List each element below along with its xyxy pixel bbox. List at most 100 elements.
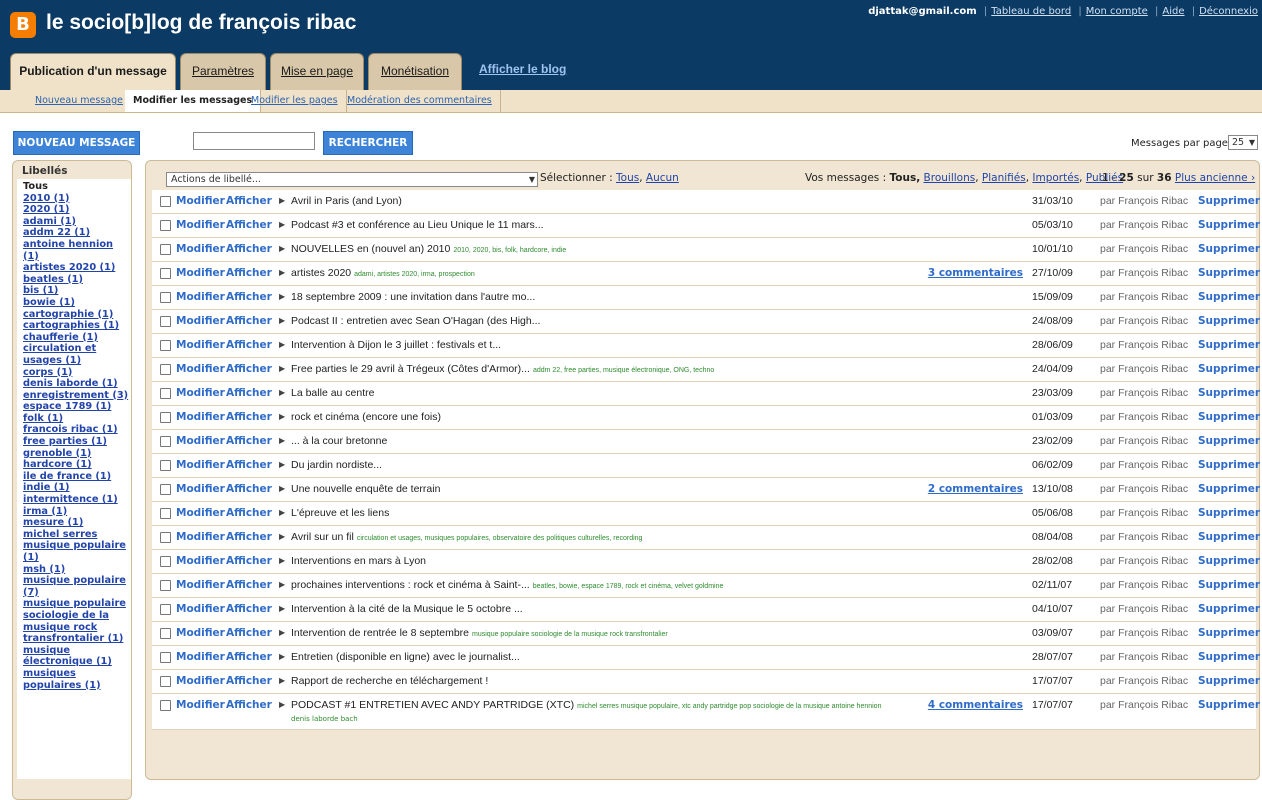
view-post-link[interactable]: Afficher: [226, 363, 272, 375]
label-link[interactable]: ile de france (1): [23, 471, 131, 483]
tab-layout[interactable]: Mise en page: [270, 53, 364, 90]
view-post-link[interactable]: Afficher: [226, 339, 272, 351]
post-checkbox[interactable]: [160, 220, 171, 231]
view-post-link[interactable]: Afficher: [226, 483, 272, 495]
view-post-link[interactable]: Afficher: [226, 579, 272, 591]
label-link[interactable]: musique électronique (1): [23, 645, 131, 668]
select-all-link[interactable]: Tous: [616, 172, 639, 184]
delete-post-link[interactable]: Supprimer: [1198, 555, 1260, 567]
edit-post-link[interactable]: Modifier: [176, 291, 225, 303]
label-link[interactable]: msh (1): [23, 564, 131, 576]
expand-arrow-icon[interactable]: ▶: [279, 508, 285, 517]
label-link[interactable]: folk (1): [23, 413, 131, 425]
expand-arrow-icon[interactable]: ▶: [279, 196, 285, 205]
delete-post-link[interactable]: Supprimer: [1198, 219, 1260, 231]
label-link[interactable]: chaufferie (1): [23, 332, 131, 344]
expand-arrow-icon[interactable]: ▶: [279, 652, 285, 661]
comments-link[interactable]: 4 commentaires: [928, 699, 1023, 711]
view-post-link[interactable]: Afficher: [226, 675, 272, 687]
post-labels[interactable]: addm 22, free parties, musique électroni…: [533, 367, 714, 374]
post-checkbox[interactable]: [160, 484, 171, 495]
label-link[interactable]: 2020 (1): [23, 204, 131, 216]
label-link[interactable]: musique populaire sociologie de la musiq…: [23, 598, 131, 644]
expand-arrow-icon[interactable]: ▶: [279, 628, 285, 637]
edit-post-link[interactable]: Modifier: [176, 363, 225, 375]
view-post-link[interactable]: Afficher: [226, 411, 272, 423]
post-checkbox[interactable]: [160, 460, 171, 471]
label-link[interactable]: bowie (1): [23, 297, 131, 309]
filter-scheduled-link[interactable]: Planifiés: [982, 172, 1026, 184]
blogger-logo-icon[interactable]: B: [10, 12, 36, 38]
help-link[interactable]: Aide: [1162, 6, 1184, 17]
post-checkbox[interactable]: [160, 652, 171, 663]
delete-post-link[interactable]: Supprimer: [1198, 387, 1260, 399]
view-post-link[interactable]: Afficher: [226, 603, 272, 615]
post-labels[interactable]: adami, artistes 2020, irma, prospection: [354, 271, 475, 278]
edit-post-link[interactable]: Modifier: [176, 315, 225, 327]
post-labels-cont[interactable]: denis laborde bach: [291, 715, 358, 723]
expand-arrow-icon[interactable]: ▶: [279, 460, 285, 469]
post-labels[interactable]: musique populaire sociologie de la musiq…: [472, 631, 668, 638]
view-post-link[interactable]: Afficher: [226, 651, 272, 663]
post-checkbox[interactable]: [160, 676, 171, 687]
edit-post-link[interactable]: Modifier: [176, 411, 225, 423]
label-link[interactable]: antoine hennion (1): [23, 239, 131, 262]
label-link[interactable]: 2010 (1): [23, 193, 131, 205]
post-labels[interactable]: beatles, bowie, espace 1789, rock et cin…: [533, 583, 724, 590]
view-post-link[interactable]: Afficher: [226, 507, 272, 519]
edit-post-link[interactable]: Modifier: [176, 435, 225, 447]
post-checkbox[interactable]: [160, 340, 171, 351]
label-actions-select[interactable]: Actions de libellé... ▼: [166, 172, 538, 187]
delete-post-link[interactable]: Supprimer: [1198, 267, 1260, 279]
label-link[interactable]: cartographies (1): [23, 320, 131, 332]
edit-post-link[interactable]: Modifier: [176, 603, 225, 615]
edit-post-link[interactable]: Modifier: [176, 651, 225, 663]
edit-post-link[interactable]: Modifier: [176, 579, 225, 591]
delete-post-link[interactable]: Supprimer: [1198, 675, 1260, 687]
comments-link[interactable]: 3 commentaires: [928, 267, 1023, 279]
label-link[interactable]: espace 1789 (1): [23, 401, 131, 413]
tab-posting[interactable]: Publication d'un message: [10, 53, 176, 91]
edit-post-link[interactable]: Modifier: [176, 675, 225, 687]
post-checkbox[interactable]: [160, 628, 171, 639]
label-link[interactable]: indie (1): [23, 482, 131, 494]
delete-post-link[interactable]: Supprimer: [1198, 459, 1260, 471]
post-checkbox[interactable]: [160, 556, 171, 567]
post-checkbox[interactable]: [160, 604, 171, 615]
tab-monetize[interactable]: Monétisation: [368, 53, 462, 90]
post-checkbox[interactable]: [160, 412, 171, 423]
edit-post-link[interactable]: Modifier: [176, 195, 225, 207]
expand-arrow-icon[interactable]: ▶: [279, 580, 285, 589]
label-link[interactable]: musiques populaires (1): [23, 668, 131, 691]
label-link[interactable]: enregistrement (3): [23, 390, 131, 402]
view-post-link[interactable]: Afficher: [226, 387, 272, 399]
view-post-link[interactable]: Afficher: [226, 555, 272, 567]
expand-arrow-icon[interactable]: ▶: [279, 244, 285, 253]
label-link[interactable]: francois ribac (1): [23, 424, 131, 436]
post-labels[interactable]: 2010, 2020, bis, folk, hardcore, indie: [453, 247, 566, 254]
edit-post-link[interactable]: Modifier: [176, 555, 225, 567]
search-button[interactable]: RECHERCHER: [323, 131, 413, 155]
delete-post-link[interactable]: Supprimer: [1198, 603, 1260, 615]
per-page-select[interactable]: 25 ▼: [1228, 135, 1258, 150]
post-checkbox[interactable]: [160, 580, 171, 591]
post-checkbox[interactable]: [160, 244, 171, 255]
edit-post-link[interactable]: Modifier: [176, 387, 225, 399]
search-input[interactable]: [193, 132, 315, 150]
label-link[interactable]: adami (1): [23, 216, 131, 228]
label-link[interactable]: hardcore (1): [23, 459, 131, 471]
post-labels[interactable]: michel serres musique populaire, xtc and…: [577, 703, 881, 710]
post-checkbox[interactable]: [160, 196, 171, 207]
comments-link[interactable]: 2 commentaires: [928, 483, 1023, 495]
label-link[interactable]: cartographie (1): [23, 309, 131, 321]
label-link[interactable]: mesure (1): [23, 517, 131, 529]
label-link[interactable]: michel serres musique populaire (1): [23, 529, 131, 564]
label-link[interactable]: bis (1): [23, 285, 131, 297]
post-checkbox[interactable]: [160, 508, 171, 519]
view-post-link[interactable]: Afficher: [226, 699, 272, 711]
filter-imported-link[interactable]: Importés: [1032, 172, 1079, 184]
post-checkbox[interactable]: [160, 532, 171, 543]
label-link[interactable]: corps (1): [23, 367, 131, 379]
label-link[interactable]: addm 22 (1): [23, 227, 131, 239]
post-checkbox[interactable]: [160, 436, 171, 447]
